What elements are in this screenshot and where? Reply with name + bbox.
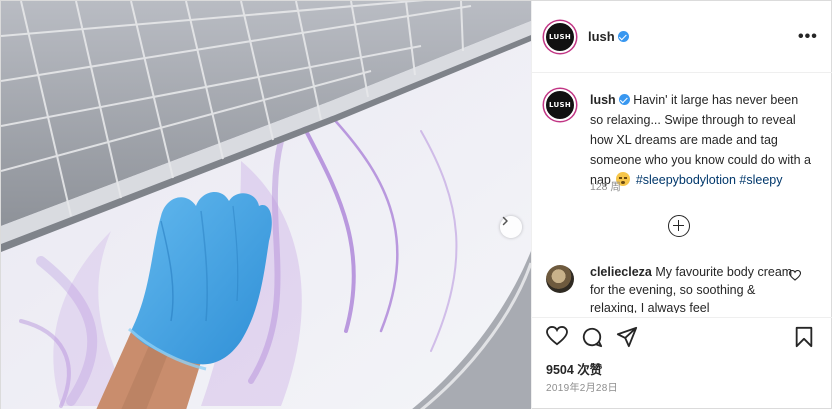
avatar-logo-text: LUSH	[549, 33, 571, 41]
paper-plane-icon[interactable]	[616, 326, 638, 348]
plus-circle-icon[interactable]	[668, 215, 690, 237]
chevron-right-icon	[502, 216, 508, 226]
caption-time-ago: 128 周	[590, 181, 621, 193]
caption-author-avatar[interactable]: LUSH	[544, 89, 576, 121]
comment-bubble-icon[interactable]	[581, 326, 603, 348]
hashtag-sleepybodylotion[interactable]: #sleepybodylotion	[636, 173, 736, 187]
post-photo[interactable]	[1, 1, 531, 409]
hashtag-sleepy[interactable]: #sleepy	[739, 173, 782, 187]
bookmark-icon[interactable]	[794, 326, 814, 348]
comment-heart-icon[interactable]	[789, 270, 801, 281]
instagram-post: LUSH lush ••• LUSH lush Havin' it large …	[0, 0, 832, 409]
post-date: 2019年2月28日	[546, 383, 618, 394]
caption-text: lush Havin' it large has never been so r…	[590, 90, 812, 190]
post-actions: 9504 次赞 2019年2月28日	[532, 317, 832, 409]
commenter-username[interactable]: cleliecleza	[590, 265, 652, 279]
verified-badge-icon	[617, 31, 629, 42]
verified-badge-icon	[618, 94, 630, 105]
likes-count[interactable]: 9504 次赞	[546, 359, 602, 378]
post-sidebar: LUSH lush ••• LUSH lush Havin' it large …	[531, 1, 832, 409]
avatar-logo-text: LUSH	[549, 101, 571, 109]
comment-text: cleliecleza My favourite body cream for …	[590, 263, 800, 313]
photo-illustration	[1, 1, 531, 409]
heart-icon[interactable]	[546, 326, 568, 346]
next-photo-button[interactable]	[500, 216, 522, 238]
post-header: LUSH lush •••	[532, 1, 832, 73]
author-avatar[interactable]: LUSH	[544, 21, 576, 53]
comment-item: cleliecleza My favourite body cream for …	[532, 263, 832, 313]
author-username[interactable]: lush	[588, 29, 629, 44]
caption-username[interactable]: lush	[590, 93, 616, 107]
author-username-text: lush	[588, 29, 615, 44]
commenter-avatar[interactable]	[546, 265, 574, 293]
more-options-button[interactable]: •••	[798, 28, 818, 46]
